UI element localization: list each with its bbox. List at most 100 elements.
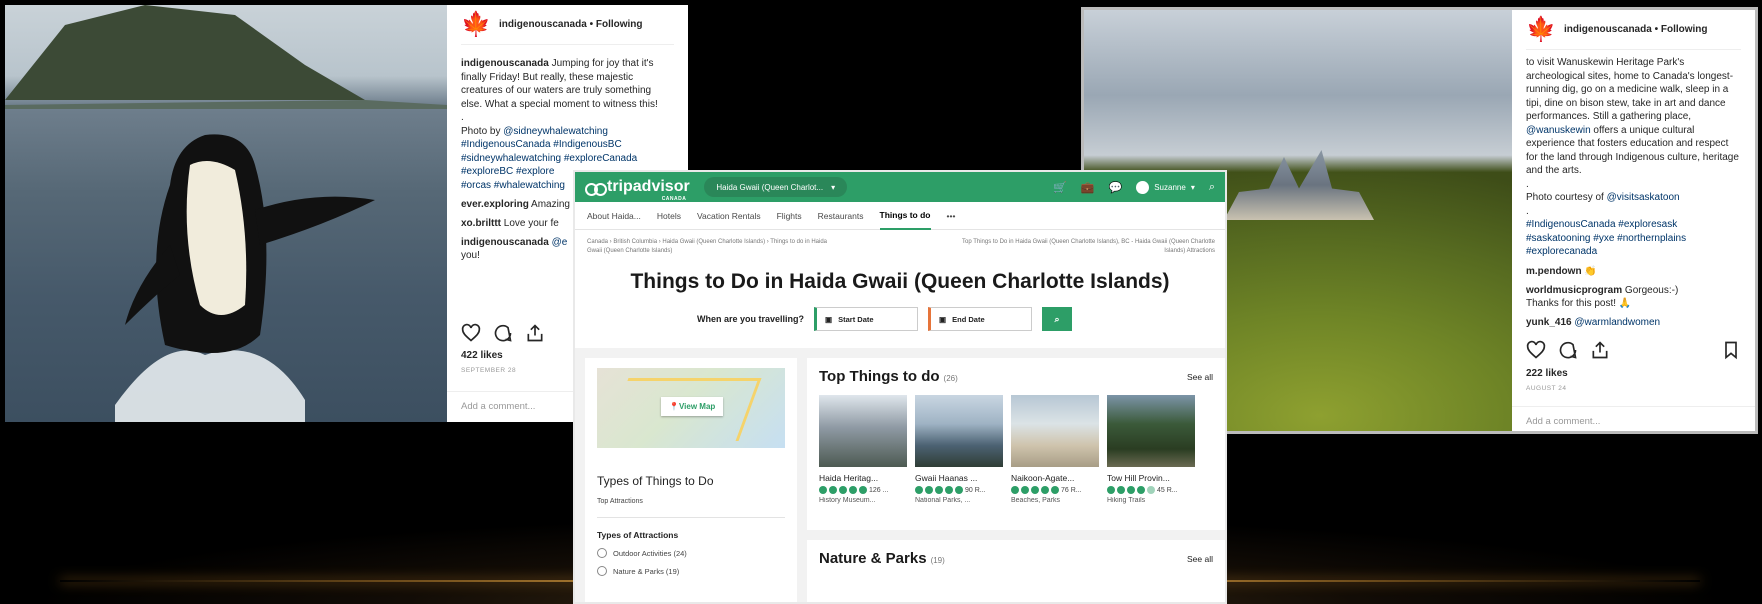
comment-text: @warmlandwomen	[1571, 316, 1661, 328]
attraction-image	[915, 395, 1003, 467]
end-date-field[interactable]: ▣ End Date	[928, 307, 1033, 331]
comment-text: Amazing	[528, 199, 570, 210]
attraction-card[interactable]: Gwaii Haanas ... 90 R... National Parks,…	[915, 395, 1003, 504]
post-sidebar: 🍁 indigenouscanada • Following to visit …	[1512, 10, 1755, 431]
comment-username[interactable]: xo.brilttt	[461, 218, 501, 229]
comment-icon[interactable]	[1558, 340, 1578, 360]
comment-icon[interactable]	[493, 323, 513, 343]
heart-icon[interactable]	[461, 323, 481, 343]
hashtags-line[interactable]: #sidneywhalewatching #exploreCanada	[461, 153, 637, 164]
caption-handle[interactable]: @wanuskewin	[1526, 125, 1591, 136]
photo-courtesy-prefix: Photo courtesy of	[1526, 192, 1607, 203]
comment-username[interactable]: indigenouscanada	[461, 237, 549, 248]
tab-vacation-rentals[interactable]: Vacation Rentals	[697, 211, 761, 221]
review-count: 126 ...	[869, 486, 889, 494]
photo-by-handle[interactable]: @sidneywhalewatching	[503, 126, 608, 137]
section-count: (19)	[930, 556, 945, 565]
calendar-icon: ▣	[939, 314, 947, 324]
search-icon[interactable]: ⌕	[1209, 181, 1215, 194]
tab-things-to-do[interactable]: Things to do	[879, 202, 931, 230]
radio-icon	[597, 548, 607, 558]
suitcase-icon[interactable]: 💼	[1081, 181, 1095, 194]
hashtags-line[interactable]: #IndigenousCanada #exploresask	[1526, 219, 1677, 230]
hashtags-line[interactable]: #exploreBC #explore	[461, 166, 554, 177]
user-menu[interactable]: Suzanne ▾	[1136, 180, 1195, 194]
attraction-image	[819, 395, 907, 467]
see-all-link[interactable]: See all	[1187, 372, 1213, 382]
comment: worldmusicprogram Gorgeous:-) Thanks for …	[1526, 284, 1741, 310]
likes-count[interactable]: 422 likes	[461, 350, 503, 361]
comment-text: Gorgeous:-)	[1622, 284, 1679, 296]
share-icon[interactable]	[1590, 340, 1610, 360]
cart-icon[interactable]: 🛒	[1053, 181, 1067, 194]
top-things-section: Top Things to do (26) See all Haida Heri…	[807, 358, 1225, 530]
caption-text: to visit Wanuskewin Heritage Park's arch…	[1526, 57, 1734, 122]
review-count: 90 R...	[965, 486, 986, 494]
radio-icon	[597, 566, 607, 576]
caption-dot: .	[1526, 205, 1529, 217]
attraction-rating: 126 ...	[819, 486, 907, 494]
likes-count[interactable]: 222 likes	[1526, 368, 1568, 379]
view-map-button[interactable]: 📍View Map	[661, 397, 724, 416]
filter-label: Nature & Parks (19)	[613, 566, 680, 576]
section-title: Nature & Parks (19)	[819, 550, 1213, 567]
tab-restaurants[interactable]: Restaurants	[818, 211, 864, 221]
avatar	[1136, 180, 1150, 194]
post-date: AUGUST 24	[1526, 385, 1567, 392]
add-comment-input[interactable]: Add a comment...	[1512, 406, 1755, 431]
top-bar: tripadvisor CANADA Haida Gwaii (Queen Ch…	[575, 172, 1225, 202]
post-username[interactable]: indigenouscanada • Following	[499, 19, 643, 30]
top-attractions-link[interactable]: Top Attractions	[597, 498, 785, 518]
filter-panel: 📍View Map Types of Things to Do Top Attr…	[585, 358, 797, 602]
filter-radio[interactable]: Outdoor Activities (24)	[597, 548, 785, 558]
map-thumbnail[interactable]: 📍View Map	[597, 368, 785, 448]
attraction-card[interactable]: Haida Heritag... 126 ... History Museum.…	[819, 395, 907, 504]
maple-leaf-icon: 🍁	[461, 10, 491, 38]
attraction-name: Gwaii Haanas ...	[915, 473, 978, 483]
comment-text: @e	[548, 237, 568, 248]
photo-courtesy-handle[interactable]: @visitsaskatoon	[1607, 192, 1680, 203]
hashtags-line[interactable]: #IndigenousCanada #IndigenousBC	[461, 139, 622, 150]
see-all-link[interactable]: See all	[1187, 554, 1213, 564]
caption-dot: .	[461, 112, 464, 123]
tab-hotels[interactable]: Hotels	[657, 211, 681, 221]
hashtags-line[interactable]: #explorecanada	[1526, 246, 1597, 257]
heart-icon[interactable]	[1526, 340, 1546, 360]
tab-flights[interactable]: Flights	[777, 211, 802, 221]
message-icon[interactable]: 💬	[1109, 181, 1123, 194]
breadcrumb[interactable]: Canada › British Columbia › Haida Gwaii …	[587, 238, 827, 256]
post-username[interactable]: indigenouscanada • Following	[1564, 24, 1708, 35]
types-title: Types of Things to Do	[597, 474, 714, 488]
section-title: Top Things to do (26)	[819, 368, 1213, 385]
comment-username[interactable]: ever.exploring	[461, 199, 529, 210]
attraction-name: Tow Hill Provin...	[1107, 473, 1170, 483]
search-button[interactable]: ⌕	[1042, 307, 1073, 331]
filter-radio[interactable]: Nature & Parks (19)	[597, 566, 785, 576]
hashtags-line[interactable]: #saskatooning #yxe #northernplains	[1526, 233, 1686, 244]
start-date-field[interactable]: ▣ Start Date	[814, 307, 919, 331]
post-header: 🍁 indigenouscanada • Following	[461, 5, 674, 45]
hashtags-line[interactable]: #orcas #whalewatching	[461, 180, 565, 191]
tab-about[interactable]: About Haida...	[587, 211, 641, 221]
search-icon: ⌕	[1054, 313, 1060, 324]
tab-more[interactable]: •••	[947, 211, 956, 221]
location-picker[interactable]: Haida Gwaii (Queen Charlot... ▾	[704, 177, 848, 197]
attraction-card[interactable]: Tow Hill Provin... 45 R... Hiking Trails	[1107, 395, 1195, 504]
logo-text: tripadvisor	[607, 178, 690, 195]
page-title: Things to Do in Haida Gwaii (Queen Charl…	[630, 270, 1170, 293]
attraction-category: Beaches, Parks	[1011, 497, 1061, 504]
share-icon[interactable]	[525, 323, 545, 343]
review-count: 45 R...	[1157, 486, 1178, 494]
user-name: Suzanne	[1154, 182, 1186, 192]
tripadvisor-logo[interactable]: tripadvisor CANADA	[585, 178, 690, 202]
comment-username[interactable]: worldmusicprogram	[1526, 285, 1622, 296]
attraction-card[interactable]: Naikoon-Agate... 76 R... Beaches, Parks	[1011, 395, 1099, 504]
comment-text: 👏	[1581, 265, 1597, 277]
comment-username[interactable]: yunk_416	[1526, 317, 1572, 328]
chevron-down-icon: ▾	[1190, 182, 1195, 192]
caption-username[interactable]: indigenouscanada	[461, 58, 549, 69]
bookmark-icon[interactable]	[1721, 340, 1741, 360]
attraction-rating: 90 R...	[915, 486, 1003, 494]
maple-leaf-icon: 🍁	[1526, 15, 1556, 43]
comment-username[interactable]: m.pendown	[1526, 266, 1582, 277]
